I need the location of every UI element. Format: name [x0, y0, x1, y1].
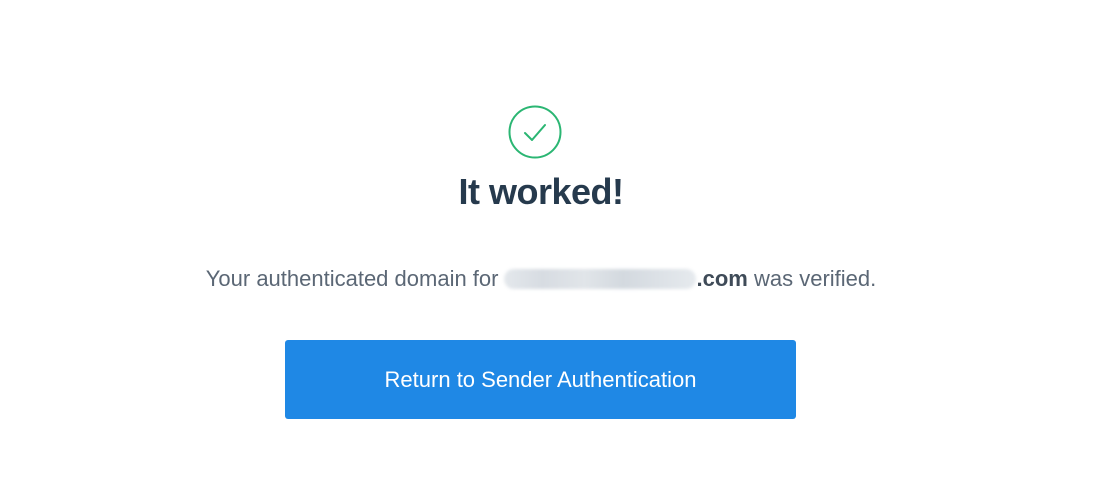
message-prefix: Your authenticated domain for — [205, 266, 499, 291]
return-to-sender-authentication-button[interactable]: Return to Sender Authentication — [285, 340, 796, 419]
page-title: It worked! — [458, 171, 624, 212]
check-circle-icon — [508, 105, 562, 159]
verification-message: Your authenticated domain for .com was ve… — [0, 263, 1082, 295]
domain-tld: .com — [696, 266, 748, 291]
redacted-domain-name — [504, 269, 697, 289]
message-suffix: was verified. — [753, 266, 877, 291]
verification-success-page: It worked! Your authenticated domain for… — [0, 0, 1116, 478]
